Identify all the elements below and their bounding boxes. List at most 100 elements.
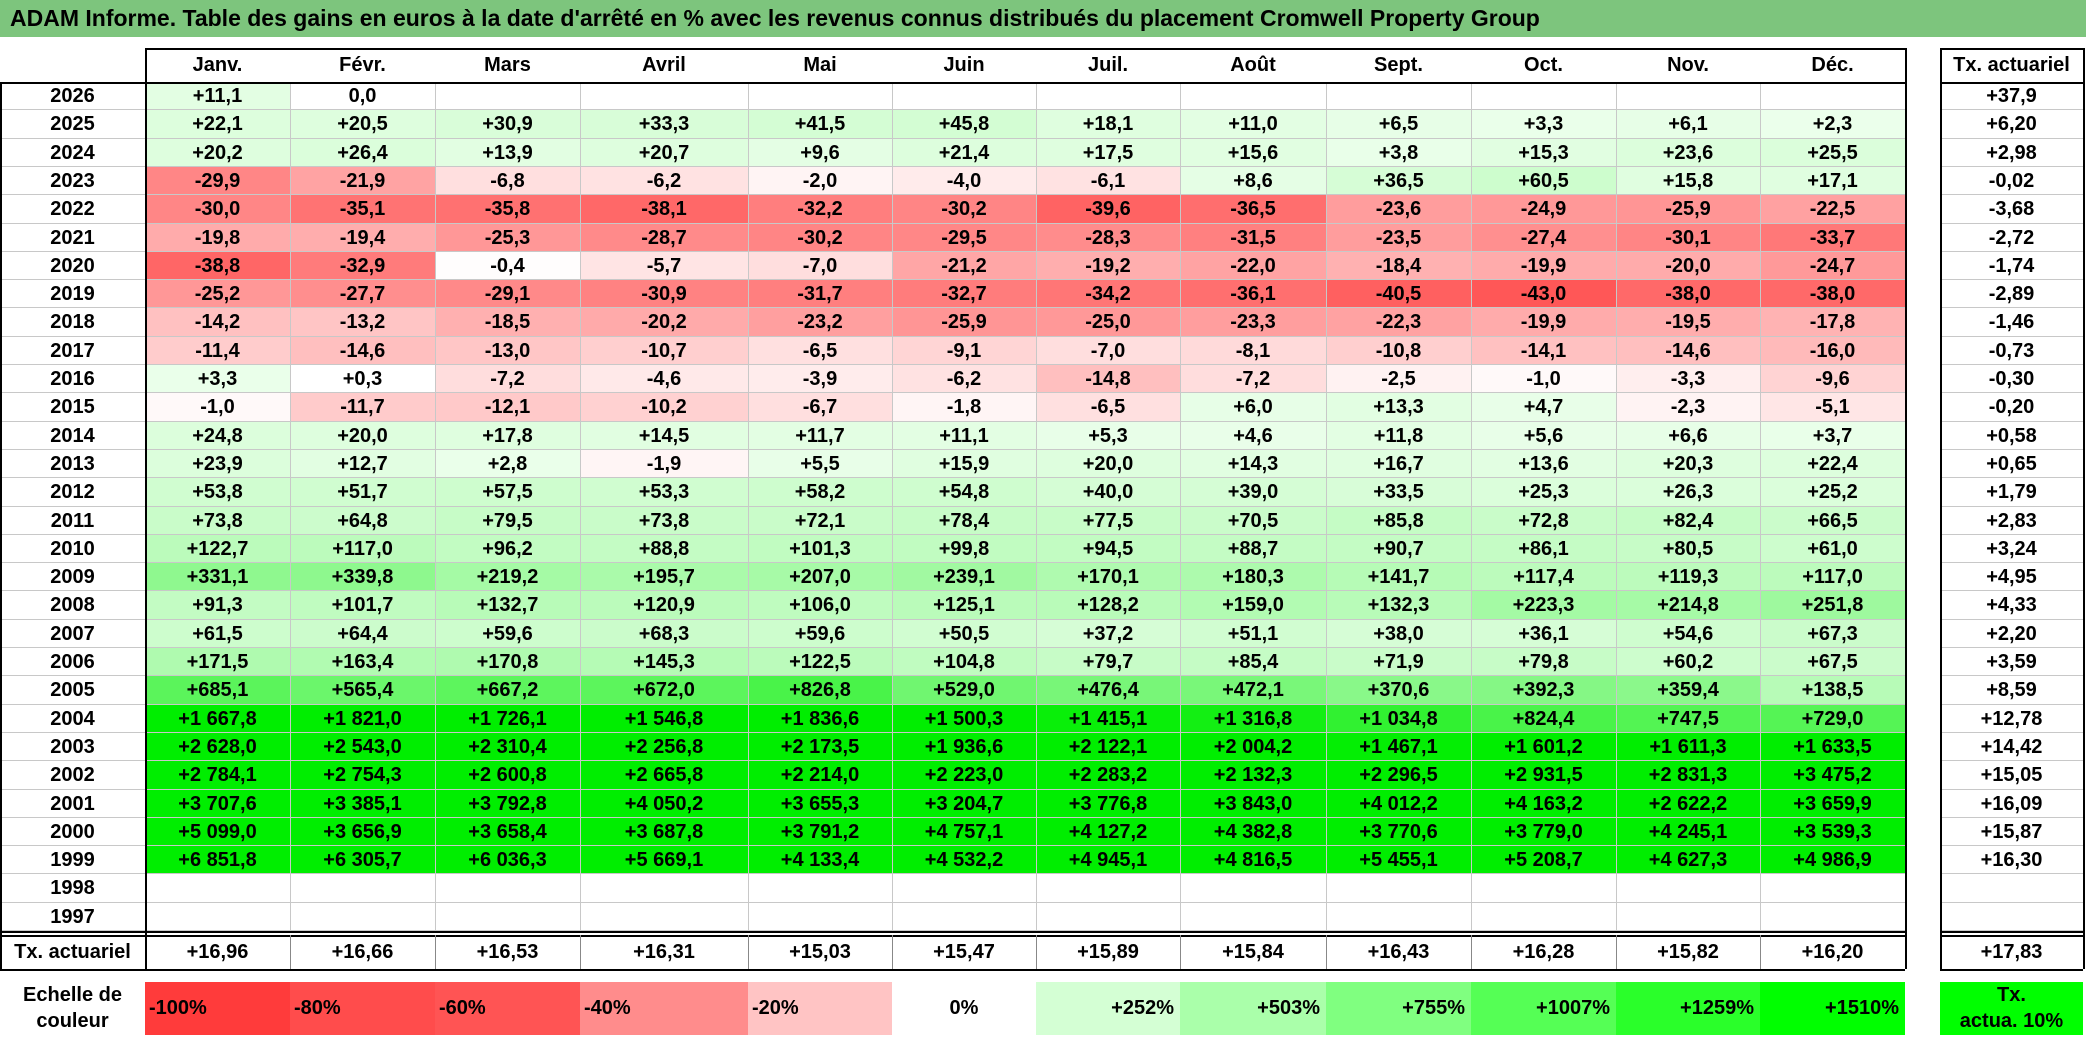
data-cell bbox=[1760, 82, 1905, 111]
data-cell bbox=[1036, 82, 1180, 111]
rate-column-header-border bbox=[1940, 82, 2083, 84]
data-cell: +17,1 bbox=[1760, 166, 1905, 196]
data-cell: +20,3 bbox=[1616, 449, 1760, 479]
data-cell: +3,7 bbox=[1760, 421, 1905, 450]
data-cell: +2 004,2 bbox=[1180, 732, 1326, 762]
data-cell: +214,8 bbox=[1616, 591, 1760, 620]
data-cell: -30,2 bbox=[892, 195, 1036, 224]
data-cell: +4 945,1 bbox=[1036, 846, 1180, 875]
legend-label-line: Echelle de bbox=[23, 984, 122, 1006]
legend-swatch: +755% bbox=[1326, 982, 1471, 1035]
data-cell: +41,5 bbox=[748, 110, 892, 139]
data-cell: +22,4 bbox=[1760, 449, 1905, 479]
footer-bottom-border bbox=[0, 969, 1905, 971]
data-cell: -18,4 bbox=[1326, 251, 1471, 281]
column-separator bbox=[1471, 82, 1472, 931]
year-label: 2022 bbox=[50, 198, 95, 221]
data-cell: +472,1 bbox=[1180, 676, 1326, 705]
data-cell: +4 163,2 bbox=[1471, 789, 1616, 818]
data-cell: +11,1 bbox=[145, 82, 290, 111]
data-cell: -20,0 bbox=[1616, 251, 1760, 281]
data-cell: -30,0 bbox=[145, 195, 290, 224]
body-bottom-border bbox=[0, 931, 1905, 933]
data-cell: -14,2 bbox=[145, 308, 290, 337]
data-cell: -14,6 bbox=[290, 336, 435, 365]
data-cell: -27,7 bbox=[290, 280, 435, 309]
data-cell: +565,4 bbox=[290, 676, 435, 705]
data-cell: +529,0 bbox=[892, 676, 1036, 705]
year-column-border bbox=[145, 48, 147, 969]
legend-swatch: +252% bbox=[1036, 982, 1180, 1035]
data-cell: +5,6 bbox=[1471, 421, 1616, 450]
data-cell: -3,3 bbox=[1616, 365, 1760, 394]
data-cell bbox=[580, 874, 748, 903]
data-cell: +2 223,0 bbox=[892, 761, 1036, 790]
data-cell: +339,8 bbox=[290, 563, 435, 592]
data-cell: +1 034,8 bbox=[1326, 704, 1471, 733]
annual-rate-cell: +0,65 bbox=[1986, 452, 2037, 475]
data-cell: +239,1 bbox=[892, 563, 1036, 592]
data-cell: +3 770,6 bbox=[1326, 817, 1471, 847]
data-cell: -7,2 bbox=[435, 365, 580, 394]
data-cell: +30,9 bbox=[435, 110, 580, 139]
legend-swatch: +1007% bbox=[1471, 982, 1616, 1035]
data-cell: -25,9 bbox=[892, 308, 1036, 337]
legend-rate-line: actua. 10% bbox=[1959, 1010, 2064, 1032]
annual-rate-cell: +3,24 bbox=[1986, 537, 2037, 560]
column-separator bbox=[290, 82, 291, 931]
data-cell: +6 036,3 bbox=[435, 846, 580, 875]
data-cell: +747,5 bbox=[1616, 704, 1760, 733]
data-cell: +9,6 bbox=[748, 138, 892, 167]
data-cell: +16,7 bbox=[1326, 449, 1471, 479]
data-cell: +1 316,8 bbox=[1180, 704, 1326, 733]
header-top-border bbox=[145, 48, 1905, 50]
month-header: Févr. bbox=[339, 54, 386, 76]
data-cell: +58,2 bbox=[748, 478, 892, 507]
data-cell: +2 665,8 bbox=[580, 761, 748, 790]
year-label: 2016 bbox=[50, 368, 95, 390]
annual-rate-cell: -0,30 bbox=[1988, 368, 2035, 390]
data-cell: -1,0 bbox=[1471, 365, 1616, 394]
data-cell: -38,0 bbox=[1760, 280, 1905, 309]
data-cell: -22,0 bbox=[1180, 251, 1326, 281]
data-cell: +70,5 bbox=[1180, 506, 1326, 535]
data-cell: +824,4 bbox=[1471, 704, 1616, 733]
footer-column-separator bbox=[580, 935, 581, 969]
header-bottom-border bbox=[0, 82, 1905, 84]
annual-rate-cell: -0,73 bbox=[1988, 339, 2035, 362]
data-cell: +73,8 bbox=[145, 506, 290, 535]
data-cell: -22,3 bbox=[1326, 308, 1471, 337]
data-cell bbox=[1616, 902, 1760, 931]
data-cell: -30,2 bbox=[748, 223, 892, 252]
data-cell: -28,3 bbox=[1036, 223, 1180, 252]
footer-rate-cell: +16,31 bbox=[633, 941, 695, 963]
data-cell: +67,3 bbox=[1760, 619, 1905, 648]
data-cell: +171,5 bbox=[145, 648, 290, 677]
annual-rate-cell: +4,95 bbox=[1986, 566, 2037, 589]
data-cell: -25,3 bbox=[435, 223, 580, 252]
year-label: 2017 bbox=[50, 339, 95, 362]
data-cell: +4 382,8 bbox=[1180, 817, 1326, 847]
footer-rate-cell: +16,28 bbox=[1512, 941, 1575, 963]
legend-label-line: couleur bbox=[36, 1010, 109, 1032]
footer-rate-cell: +15,82 bbox=[1657, 941, 1719, 963]
data-cell: -24,9 bbox=[1471, 195, 1616, 224]
data-cell: +4 757,1 bbox=[892, 817, 1036, 847]
year-label: 2013 bbox=[50, 452, 95, 475]
month-header: Oct. bbox=[1524, 54, 1563, 76]
data-cell: +96,2 bbox=[435, 534, 580, 564]
data-cell: -7,0 bbox=[1036, 336, 1180, 365]
month-header: Août bbox=[1230, 54, 1276, 76]
annual-rate-cell: +15,05 bbox=[1980, 764, 2043, 787]
annual-rate-cell: +12,78 bbox=[1980, 707, 2043, 730]
data-cell: +2 296,5 bbox=[1326, 761, 1471, 790]
data-cell: +1 633,5 bbox=[1760, 732, 1905, 762]
year-label: 2011 bbox=[50, 509, 95, 532]
data-cell: +2 214,0 bbox=[748, 761, 892, 790]
data-cell bbox=[1471, 902, 1616, 931]
data-cell: -17,8 bbox=[1760, 308, 1905, 337]
year-label: 2007 bbox=[50, 622, 95, 645]
data-cell: +85,4 bbox=[1180, 648, 1326, 677]
data-cell: +38,0 bbox=[1326, 619, 1471, 648]
column-separator bbox=[1180, 82, 1181, 931]
